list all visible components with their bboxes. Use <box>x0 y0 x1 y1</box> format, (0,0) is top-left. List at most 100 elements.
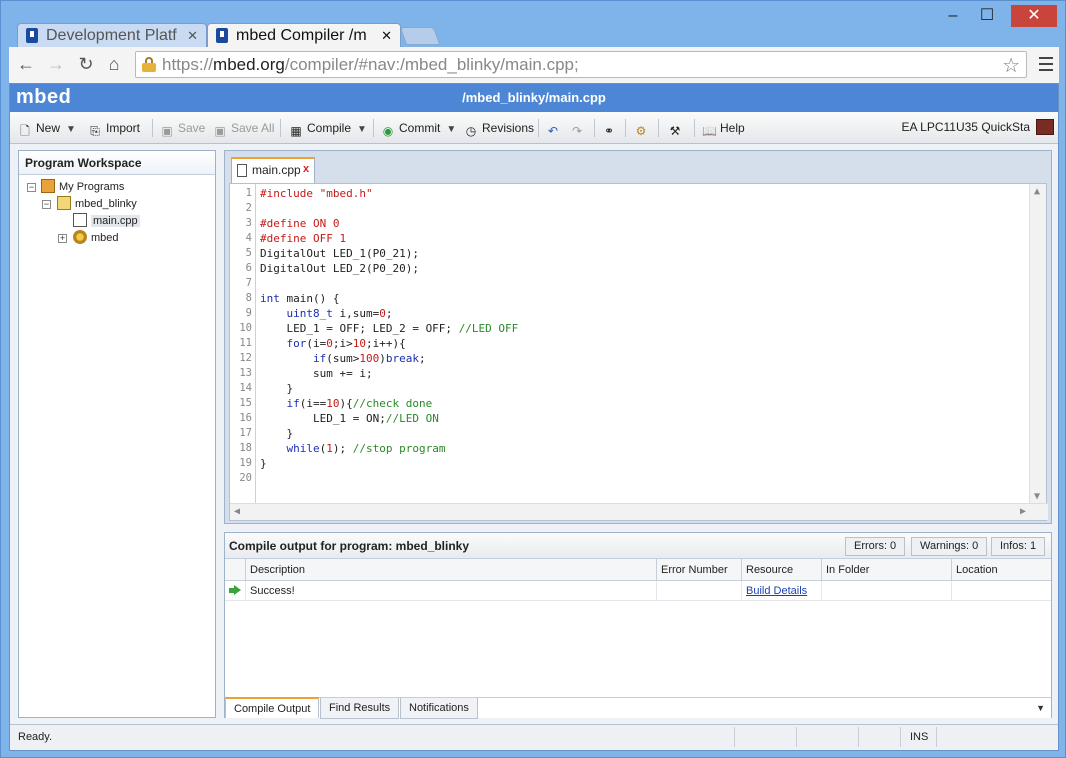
scroll-down-icon[interactable]: ▼ <box>1034 491 1040 502</box>
tab-compile-output[interactable]: Compile Output <box>225 697 320 718</box>
line-number: 7 <box>245 277 252 289</box>
bookmark-star-icon[interactable]: ☆ <box>1002 53 1020 78</box>
save-all-icon: ▣ <box>214 124 226 138</box>
tree-item-mbed-blinky[interactable]: mbed_blinky <box>57 196 137 212</box>
scroll-right-icon[interactable]: ▶ <box>1020 506 1026 517</box>
panel-dropdown-icon[interactable]: ▼ <box>1036 703 1045 713</box>
build-details-link[interactable]: Build Details <box>746 585 807 597</box>
import-button[interactable]: ⎘ Import <box>88 120 140 138</box>
address-bar[interactable]: https://mbed.org/compiler/#nav:/mbed_bli… <box>135 51 1027 78</box>
commit-button[interactable]: ◉ Commit ▼ <box>381 120 457 138</box>
code-line[interactable]: LED_1 = OFF; LED_2 = OFF; //LED OFF <box>260 321 518 336</box>
new-button[interactable]: 🗋 New ▼ <box>18 120 76 138</box>
close-tab-icon[interactable]: ✕ <box>187 24 198 47</box>
tree-item-mbed-library[interactable]: mbed <box>73 230 119 246</box>
column-resource[interactable]: Resource <box>741 559 821 581</box>
line-number: 3 <box>245 217 252 229</box>
compile-output-title: Compile output for program: mbed_blinky <box>229 539 470 553</box>
home-icon[interactable]: ⌂ <box>103 53 125 75</box>
close-tab-icon[interactable]: ✕ <box>381 24 392 47</box>
target-board-icon[interactable] <box>1036 119 1054 135</box>
column-description[interactable]: Description <box>245 559 656 581</box>
code-line[interactable]: DigitalOut LED_1(P0_21); <box>260 246 419 261</box>
tree-item-my-programs[interactable]: My Programs <box>41 179 124 195</box>
code-line[interactable]: DigitalOut LED_2(P0_20); <box>260 261 419 276</box>
code-line[interactable]: int main() { <box>260 291 339 306</box>
lock-warning-icon[interactable] <box>142 57 156 72</box>
success-arrow-icon <box>229 585 241 595</box>
code-line[interactable]: sum += i; <box>260 366 373 381</box>
row-description: Success! <box>245 581 656 601</box>
vertical-scrollbar[interactable]: ▲ ▼ <box>1029 184 1046 504</box>
code-line[interactable]: while(1); //stop program <box>260 441 446 456</box>
browser-menu-icon[interactable] <box>1035 53 1057 75</box>
warnings-filter[interactable]: Warnings: 0 <box>911 537 988 556</box>
column-in-folder[interactable]: In Folder <box>821 559 951 581</box>
line-number: 4 <box>245 232 252 244</box>
code-line[interactable]: if(sum>100)break; <box>260 351 426 366</box>
new-tab-button[interactable] <box>399 27 441 45</box>
close-window-button[interactable]: ✕ <box>1011 5 1057 27</box>
close-tab-icon[interactable]: x <box>300 164 312 176</box>
reload-icon[interactable]: ↻ <box>75 53 97 75</box>
save-button[interactable]: ▣ Save <box>160 120 205 138</box>
target-platform-label[interactable]: EA LPC11U35 QuickSta <box>901 120 1030 134</box>
code-line[interactable]: for(i=0;i>10;i++){ <box>260 336 406 351</box>
status-text: Ready. <box>18 731 53 743</box>
back-arrow-icon[interactable]: ← <box>15 53 37 75</box>
find-button[interactable]: ⚭ <box>602 120 620 138</box>
line-number: 11 <box>239 337 252 349</box>
maximize-button[interactable]: ☐ <box>965 5 1009 27</box>
tools-button[interactable]: ⚒ <box>668 120 686 138</box>
infos-filter[interactable]: Infos: 1 <box>991 537 1046 556</box>
code-line[interactable]: #include "mbed.h" <box>260 186 373 201</box>
browser-window: Development Platf ✕ mbed Compiler /m ✕ –… <box>0 0 1066 758</box>
code-line[interactable]: } <box>260 381 293 396</box>
redo-button[interactable]: ↷ <box>570 120 588 138</box>
import-icon: ⎘ <box>90 124 100 138</box>
horizontal-scrollbar[interactable]: ◀ ▶ <box>230 503 1048 520</box>
browser-tab-development-platform[interactable]: Development Platf ✕ <box>17 23 207 47</box>
collapse-icon[interactable]: − <box>42 200 51 209</box>
code-line[interactable]: #define ON 0 <box>260 216 339 231</box>
format-button[interactable]: ⚙ <box>634 120 652 138</box>
editor-tab-main-cpp[interactable]: main.cpp x <box>231 157 315 183</box>
line-number: 1 <box>245 187 252 199</box>
library-gear-icon <box>73 230 87 244</box>
code-line[interactable]: } <box>260 426 293 441</box>
column-location[interactable]: Location <box>951 559 1051 581</box>
scroll-up-icon[interactable]: ▲ <box>1034 186 1040 197</box>
help-button[interactable]: 📖 Help <box>702 120 745 138</box>
revisions-button[interactable]: ◷ Revisions <box>464 120 534 138</box>
code-line[interactable]: #define OFF 1 <box>260 231 346 246</box>
expand-icon[interactable]: + <box>58 234 67 243</box>
table-row[interactable]: Success! Build Details <box>225 581 1051 601</box>
compile-output-panel: Compile output for program: mbed_blinky … <box>224 532 1052 719</box>
errors-filter[interactable]: Errors: 0 <box>845 537 906 556</box>
code-editor[interactable]: 1 2 3 4 5 6 7 8 9 10 11 12 13 14 15 16 17 18 19 20 #include… <box>229 183 1048 521</box>
tab-find-results[interactable]: Find Results <box>320 698 400 719</box>
chevron-down-icon: ▼ <box>66 124 76 135</box>
column-error-number[interactable]: Error Number <box>656 559 741 581</box>
forward-arrow-icon[interactable]: → <box>45 53 67 75</box>
navigation-bar: ← → ↻ ⌂ https://mbed.org/compiler/#nav:/… <box>9 47 1059 83</box>
browser-tab-title: mbed Compiler /m <box>236 27 367 44</box>
tree-item-main-cpp[interactable]: main.cpp <box>73 213 140 229</box>
line-number: 19 <box>239 457 252 469</box>
save-all-button[interactable]: ▣ Save All <box>213 120 274 138</box>
collapse-icon[interactable]: − <box>27 183 36 192</box>
code-line[interactable]: if(i==10){//check done <box>260 396 433 411</box>
code-line[interactable]: LED_1 = ON;//LED ON <box>260 411 439 426</box>
browser-tab-mbed-compiler[interactable]: mbed Compiler /m ✕ <box>207 23 401 47</box>
code-line[interactable]: } <box>260 456 267 471</box>
url-text[interactable]: https://mbed.org/compiler/#nav:/mbed_bli… <box>162 54 579 76</box>
tab-strip: Development Platf ✕ mbed Compiler /m ✕ –… <box>1 1 1066 47</box>
code-line[interactable]: uint8_t i,sum=0; <box>260 306 393 321</box>
program-workspace-panel: Program Workspace − My Programs − mbed_b… <box>18 150 216 718</box>
cpp-file-icon <box>237 164 247 177</box>
column-icon <box>225 559 245 581</box>
undo-button[interactable]: ↶ <box>546 120 564 138</box>
scroll-left-icon[interactable]: ◀ <box>234 506 240 517</box>
compile-button[interactable]: ▦ Compile ▼ <box>289 120 367 138</box>
tab-notifications[interactable]: Notifications <box>400 698 478 719</box>
